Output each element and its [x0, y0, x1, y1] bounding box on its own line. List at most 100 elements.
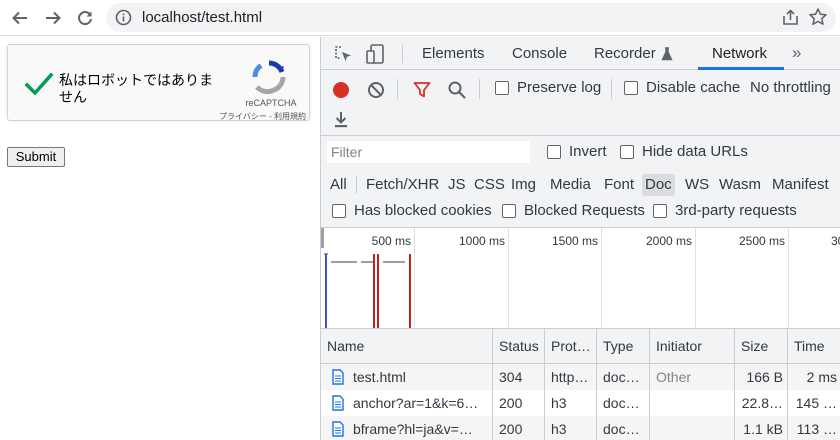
filter-type-ws[interactable]: WS — [685, 174, 709, 196]
toolbar-separator — [611, 79, 612, 99]
preserve-log-checkbox[interactable] — [495, 81, 509, 95]
cell-name: anchor?ar=1&k=6… — [321, 390, 493, 416]
cell-type: doc… — [597, 390, 650, 416]
disable-cache-label[interactable]: Disable cache — [646, 79, 740, 96]
column-header-protocol[interactable]: Prot… — [545, 329, 597, 364]
hide-data-urls-label[interactable]: Hide data URLs — [642, 143, 748, 160]
reload-icon — [78, 11, 92, 26]
recaptcha-brand: reCAPTCHA — [245, 98, 297, 108]
tab-elements[interactable]: Elements — [422, 45, 485, 62]
has-blocked-cookies-label[interactable]: Has blocked cookies — [354, 202, 492, 219]
cell-time: 145 … — [795, 395, 837, 411]
hide-data-urls-checkbox[interactable] — [620, 145, 634, 159]
preserve-log-label[interactable]: Preserve log — [517, 79, 601, 96]
record-icon[interactable] — [332, 81, 350, 99]
timeline-tick-label: 2000 ms — [645, 234, 692, 248]
network-overview-timeline[interactable]: 500 ms 1000 ms 1500 ms 2000 ms 2500 ms 3… — [321, 228, 840, 329]
filter-separator — [356, 176, 357, 194]
filter-type-manifest[interactable]: Manifest — [772, 174, 829, 196]
tab-console[interactable]: Console — [512, 45, 567, 62]
filter-type-img[interactable]: Img — [511, 174, 536, 196]
device-toolbar-icon[interactable] — [365, 43, 385, 65]
cell-name: test.html — [321, 364, 493, 390]
submit-button[interactable]: Submit — [7, 147, 65, 167]
timeline-gridline — [414, 228, 415, 328]
cell-size: 166 B — [735, 364, 788, 390]
has-blocked-cookies-checkbox[interactable] — [332, 204, 346, 218]
filter-type-fetch-xhr[interactable]: Fetch/XHR — [366, 174, 439, 196]
column-header-time[interactable]: Time — [788, 329, 840, 364]
checkmark-icon[interactable] — [24, 70, 54, 100]
forward-button[interactable] — [40, 5, 66, 31]
filter-input[interactable]: Filter — [327, 141, 530, 163]
toolbar-separator — [397, 79, 398, 99]
load-event-line — [377, 254, 379, 328]
timeline-start-marker — [321, 228, 324, 248]
timeline-tick-label: 500 ms — [371, 234, 411, 248]
filter-type-font[interactable]: Font — [604, 174, 634, 196]
back-button[interactable] — [7, 5, 33, 31]
column-header-status[interactable]: Status — [493, 329, 545, 364]
filter-icon[interactable] — [413, 81, 431, 99]
timeline-gridline — [601, 228, 602, 328]
dom-content-loaded-line — [325, 254, 327, 328]
network-toolbar: Preserve log Disable cache No throttling — [321, 70, 840, 136]
table-row[interactable]: test.html 304 http… doc… Other 166 B 2 m… — [321, 364, 840, 390]
clear-icon[interactable] — [367, 81, 385, 99]
disable-cache-checkbox[interactable] — [624, 81, 638, 95]
inspect-element-icon[interactable] — [333, 44, 353, 64]
network-filter-bar: Filter Invert Hide data URLs All Fetch/X… — [321, 136, 840, 228]
invert-checkbox[interactable] — [547, 145, 561, 159]
recaptcha-logo-icon — [252, 60, 286, 94]
filter-type-js[interactable]: JS — [448, 174, 466, 196]
cell-size: 22.8… — [735, 390, 788, 416]
blocked-requests-label[interactable]: Blocked Requests — [524, 202, 645, 219]
tab-recorder[interactable]: Recorder — [594, 45, 656, 62]
filter-type-doc[interactable]: Doc — [642, 174, 675, 196]
table-row[interactable]: anchor?ar=1&k=6… 200 h3 doc… 22.8… 145 … — [321, 390, 840, 416]
timeline-tick-label: 2500 ms — [738, 234, 785, 248]
column-header-type[interactable]: Type — [597, 329, 650, 364]
blocked-requests-checkbox[interactable] — [502, 204, 516, 218]
address-bar[interactable]: localhost/test.html — [106, 3, 836, 32]
cell-status: 200 — [493, 416, 545, 440]
recaptcha-links[interactable]: プライバシー - 利用規約 — [186, 111, 306, 122]
import-har-icon[interactable] — [333, 111, 349, 129]
cell-type: doc… — [597, 416, 650, 440]
arrow-left-icon — [12, 11, 27, 25]
timeline-gridline — [695, 228, 696, 328]
filter-type-wasm[interactable]: Wasm — [719, 174, 761, 196]
filter-type-all[interactable]: All — [330, 174, 347, 196]
toolbar-separator — [479, 79, 480, 99]
filter-type-media[interactable]: Media — [550, 174, 591, 196]
recaptcha-widget[interactable]: 私はロボットではありません reCAPTCHA プライバシー - 利用規約 — [7, 44, 310, 121]
more-tabs-icon[interactable]: » — [792, 43, 801, 63]
column-header-initiator[interactable]: Initiator — [650, 329, 735, 364]
throttling-select[interactable]: No throttling — [750, 79, 831, 96]
tab-network[interactable]: Network — [712, 45, 767, 62]
table-row[interactable]: bframe?hl=ja&v=… 200 h3 doc… 1.1 kB 113 … — [321, 416, 840, 440]
reload-button[interactable] — [72, 5, 98, 31]
invert-label[interactable]: Invert — [569, 143, 607, 160]
share-icon[interactable] — [781, 8, 800, 27]
cell-protocol: http… — [545, 364, 597, 390]
bookmark-star-icon[interactable] — [808, 7, 828, 27]
timeline-tick-label: 30 — [831, 234, 840, 248]
request-bar — [331, 261, 357, 263]
timeline-tick-label: 1500 ms — [551, 234, 598, 248]
third-party-label[interactable]: 3rd-party requests — [675, 202, 797, 219]
column-header-size[interactable]: Size — [735, 329, 788, 364]
page-viewport: 私はロボットではありません reCAPTCHA プライバシー - 利用規約 Su… — [0, 37, 320, 440]
filter-type-css[interactable]: CSS — [474, 174, 505, 196]
cell-name: bframe?hl=ja&v=… — [321, 416, 493, 440]
search-icon[interactable] — [448, 81, 466, 99]
column-header-name[interactable]: Name — [321, 329, 493, 364]
timeline-gridline — [508, 228, 509, 328]
cell-time: 113 … — [796, 421, 837, 437]
cell-protocol: h3 — [545, 390, 597, 416]
info-icon[interactable] — [114, 8, 133, 27]
recaptcha-label: 私はロボットではありません — [59, 72, 213, 105]
request-table: Name Status Prot… Type Initiator Size Ti… — [321, 329, 840, 440]
url-text[interactable]: localhost/test.html — [142, 9, 262, 26]
third-party-checkbox[interactable] — [653, 204, 667, 218]
